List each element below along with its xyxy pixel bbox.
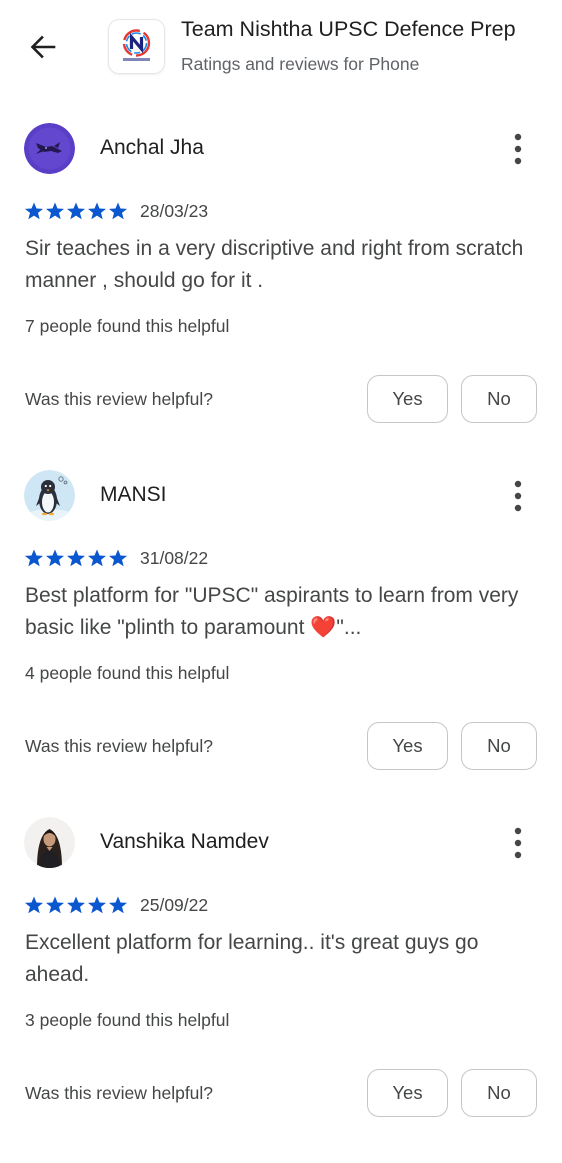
- no-button[interactable]: No: [461, 722, 537, 770]
- star-icon: [88, 202, 106, 220]
- review-text: Best platform for "UPSC" aspirants to le…: [25, 584, 519, 639]
- helpful-question: Was this review helpful?: [25, 389, 214, 409]
- arrow-back-icon: [30, 35, 56, 59]
- review-text: Sir teaches in a very discriptive and ri…: [25, 237, 524, 292]
- back-button[interactable]: [22, 28, 66, 66]
- purple-dragon-avatar-icon: [24, 123, 75, 174]
- star-rating: [24, 548, 128, 570]
- star-icon: [46, 202, 64, 220]
- app-title: Team Nishtha UPSC Defence Prep: [181, 17, 516, 41]
- review-card: Anchal Jha 28/03/23 Sir teaches in a ver…: [0, 123, 562, 469]
- nishtha-logo-icon: [122, 29, 151, 61]
- reviewer-name: Anchal Jha: [100, 136, 204, 159]
- reviewer-avatar: [24, 470, 75, 521]
- more-options-button[interactable]: [501, 821, 535, 865]
- review-card: MANSI 31/08/22 Best platform for "UPSC" …: [0, 470, 562, 816]
- star-icon: [46, 549, 64, 567]
- helpful-question: Was this review helpful?: [25, 1083, 214, 1103]
- yes-button[interactable]: Yes: [367, 375, 448, 423]
- star-icon: [67, 202, 85, 220]
- star-icon: [67, 549, 85, 567]
- app-icon[interactable]: [109, 20, 164, 73]
- reviewer-avatar: [24, 123, 75, 174]
- helpful-count: 3 people found this helpful: [25, 1010, 230, 1030]
- penguin-avatar-icon: [24, 470, 75, 521]
- star-icon: [67, 896, 85, 914]
- person-photo-avatar-icon: [24, 817, 75, 868]
- reviewer-name: Vanshika Namdev: [100, 830, 269, 853]
- star-icon: [109, 896, 127, 914]
- reviewer-name: MANSI: [100, 483, 167, 506]
- no-button[interactable]: No: [461, 1069, 537, 1117]
- star-rating: [24, 895, 128, 917]
- star-rating: [24, 201, 128, 223]
- review-date: 28/03/23: [140, 201, 209, 221]
- more-options-button[interactable]: [501, 127, 535, 171]
- more-vert-icon: [514, 480, 522, 512]
- app-subtitle: Ratings and reviews for Phone: [181, 54, 420, 74]
- star-icon: [25, 549, 43, 567]
- more-vert-icon: [514, 827, 522, 859]
- star-icon: [25, 202, 43, 220]
- review-card: Vanshika Namdev 25/09/22 Excellent platf…: [0, 817, 562, 1163]
- star-icon: [88, 549, 106, 567]
- review-date: 25/09/22: [140, 895, 209, 915]
- helpful-question: Was this review helpful?: [25, 736, 214, 756]
- review-date: 31/08/22: [140, 548, 209, 568]
- yes-button[interactable]: Yes: [367, 1069, 448, 1117]
- no-button[interactable]: No: [461, 375, 537, 423]
- star-icon: [88, 896, 106, 914]
- star-icon: [109, 202, 127, 220]
- review-text: Excellent platform for learning.. it's g…: [25, 931, 479, 986]
- more-vert-icon: [514, 133, 522, 165]
- more-options-button[interactable]: [501, 474, 535, 518]
- star-icon: [109, 549, 127, 567]
- star-icon: [46, 896, 64, 914]
- yes-button[interactable]: Yes: [367, 722, 448, 770]
- star-icon: [25, 896, 43, 914]
- app-header: Team Nishtha UPSC Defence Prep Ratings a…: [0, 0, 562, 100]
- reviewer-avatar: [24, 817, 75, 868]
- helpful-count: 4 people found this helpful: [25, 663, 230, 683]
- helpful-count: 7 people found this helpful: [25, 316, 230, 336]
